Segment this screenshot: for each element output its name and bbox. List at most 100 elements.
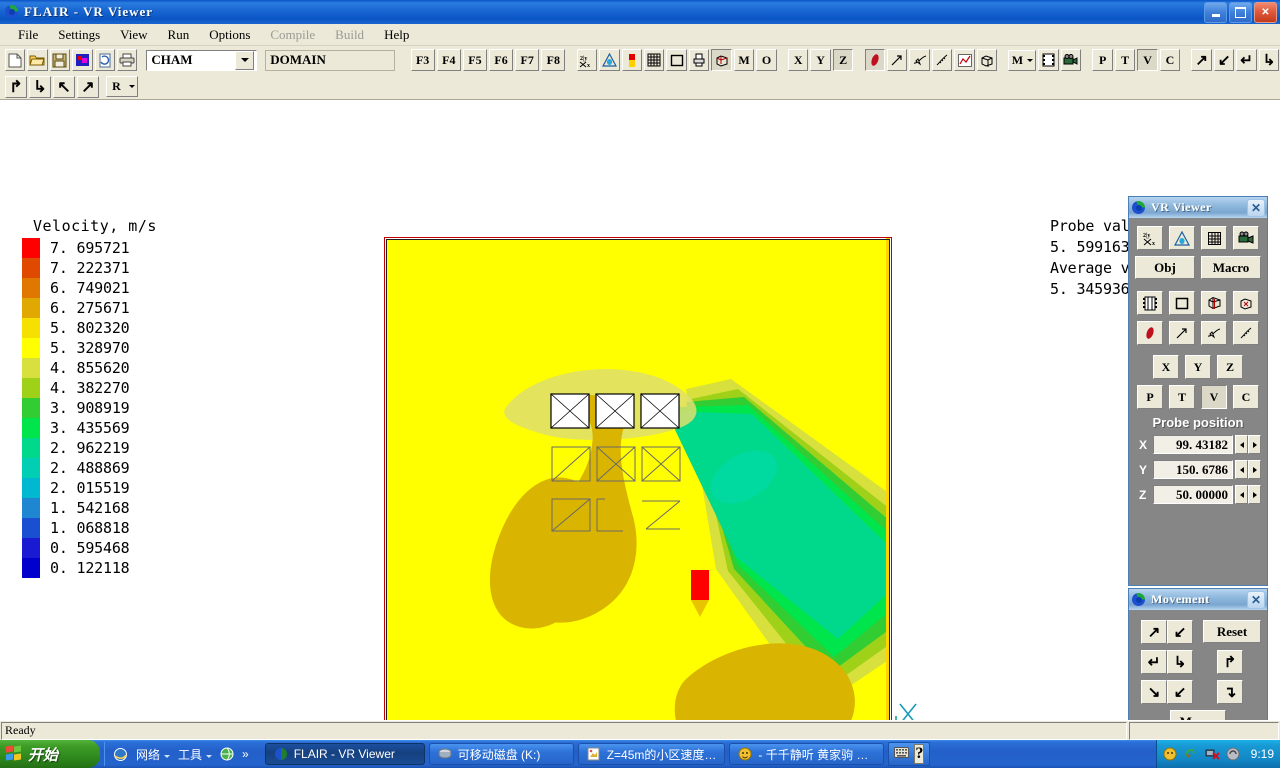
rotate-up-icon[interactable]: ↱	[1217, 650, 1243, 674]
rotate-down-icon[interactable]: ↴	[1217, 680, 1243, 704]
camera-icon[interactable]	[1233, 226, 1259, 250]
streamline-icon[interactable]	[1201, 321, 1227, 345]
step-down-icon[interactable]: ↳	[29, 76, 51, 98]
chevron-down-icon[interactable]	[164, 747, 170, 761]
isosurface-icon[interactable]	[599, 49, 619, 71]
mesh-button[interactable]: M	[734, 49, 754, 71]
tools-menu[interactable]: 工具	[178, 746, 212, 763]
menu-settings[interactable]: Settings	[48, 25, 110, 45]
probe-x-input[interactable]: 99. 43182	[1153, 435, 1233, 454]
reset-button[interactable]: Reset	[1203, 620, 1261, 643]
refresh-icon[interactable]	[95, 49, 115, 71]
z-axis-button[interactable]: Z	[1217, 355, 1243, 379]
prev-icon[interactable]: ↖	[53, 76, 75, 98]
close-icon[interactable]: ✕	[1247, 199, 1265, 217]
probe-z-stepper[interactable]	[1235, 485, 1261, 504]
x-axis-button[interactable]: X	[788, 49, 808, 71]
menu-help[interactable]: Help	[374, 25, 419, 45]
fkey-f6-button[interactable]: F6	[489, 49, 513, 71]
stepper-left-icon[interactable]	[1235, 485, 1248, 504]
help-ime-icon[interactable]: ?	[914, 744, 924, 764]
probe-y-input[interactable]: 150. 6786	[1153, 460, 1233, 479]
pressure-button[interactable]: P	[1092, 49, 1112, 71]
solid-object-icon[interactable]	[1233, 291, 1259, 315]
move-down-left-icon[interactable]: ↘	[1141, 680, 1167, 704]
grid-icon[interactable]	[644, 49, 664, 71]
temperature-button[interactable]: T	[1169, 385, 1195, 409]
step-up-icon[interactable]: ↱	[5, 76, 27, 98]
ie-icon[interactable]	[113, 747, 128, 762]
chevron-down-icon[interactable]	[126, 78, 137, 95]
domain-select[interactable]: CHAM	[146, 50, 257, 71]
move-in-icon[interactable]: ↙	[1167, 620, 1193, 644]
print-preview-icon[interactable]	[689, 49, 709, 71]
x-axis-button[interactable]: X	[1153, 355, 1179, 379]
stepper-right-icon[interactable]	[1248, 435, 1261, 454]
minimize-button[interactable]	[1204, 2, 1227, 23]
stepper-left-icon[interactable]	[1235, 460, 1248, 479]
fkey-f3-button[interactable]: F3	[411, 49, 435, 71]
network-disconnected-icon[interactable]	[1205, 747, 1220, 762]
cube-section-icon[interactable]	[1201, 291, 1227, 315]
fkey-f5-button[interactable]: F5	[463, 49, 487, 71]
axes-scale-icon[interactable]: 2|yx	[1137, 226, 1163, 250]
vector-arrow-icon[interactable]	[887, 49, 907, 71]
filled-contour-icon[interactable]	[1137, 321, 1163, 345]
obj-button[interactable]: Obj	[1135, 256, 1195, 279]
taskbar-item-image[interactable]: Z=45m的小区速度…	[578, 743, 726, 765]
open-folder-icon[interactable]	[27, 49, 47, 71]
maximize-button[interactable]	[1229, 2, 1252, 23]
probe-x-stepper[interactable]	[1235, 435, 1261, 454]
fkey-f7-button[interactable]: F7	[515, 49, 539, 71]
concentration-button[interactable]: C	[1233, 385, 1259, 409]
move-left-icon[interactable]: ↵	[1141, 650, 1167, 674]
plane-icon[interactable]	[1169, 291, 1195, 315]
menu-run[interactable]: Run	[158, 25, 200, 45]
fkey-f8-button[interactable]: F8	[541, 49, 565, 71]
vr-viewer-palette-titlebar[interactable]: VR Viewer ✕	[1129, 197, 1267, 218]
zoom-out-icon[interactable]: ↙	[1214, 49, 1234, 71]
start-button[interactable]: 开始	[0, 740, 100, 768]
new-file-icon[interactable]	[5, 49, 25, 71]
menu-options[interactable]: Options	[199, 25, 260, 45]
z-axis-button[interactable]: Z	[833, 49, 853, 71]
mesh-slices-icon[interactable]	[1137, 291, 1163, 315]
print-icon[interactable]	[117, 49, 137, 71]
move-right-icon[interactable]: ↳	[1167, 650, 1193, 674]
velocity-button[interactable]: V	[1137, 49, 1157, 71]
close-button[interactable]: ✕	[1254, 2, 1277, 23]
particle-track-icon[interactable]	[1233, 321, 1259, 345]
menu-file[interactable]: File	[8, 25, 48, 45]
probe-z-input[interactable]: 50. 00000	[1153, 485, 1233, 504]
network-menu[interactable]: 网络	[136, 746, 170, 763]
taskbar-item-music[interactable]: - 千千静听 黄家驹 …	[729, 743, 884, 765]
particle-track-icon[interactable]	[932, 49, 952, 71]
move-down-right-icon[interactable]: ↙	[1167, 680, 1193, 704]
stepper-right-icon[interactable]	[1248, 485, 1261, 504]
y-axis-button[interactable]: Y	[1185, 355, 1211, 379]
zoom-in-icon[interactable]: ↗	[1191, 49, 1211, 71]
menu-view[interactable]: View	[110, 25, 157, 45]
stepper-right-icon[interactable]	[1248, 460, 1261, 479]
colorbar-icon[interactable]	[622, 49, 642, 71]
rotate-left-icon[interactable]: ↵	[1236, 49, 1256, 71]
save-disk-icon[interactable]	[50, 49, 70, 71]
stepper-left-icon[interactable]	[1235, 435, 1248, 454]
film-strip-icon[interactable]	[1038, 49, 1058, 71]
streamline-icon[interactable]	[909, 49, 929, 71]
grid-icon[interactable]	[1201, 226, 1227, 250]
colors-icon[interactable]	[72, 49, 92, 71]
taskbar-item-drive[interactable]: 可移动磁盘 (K:)	[429, 743, 574, 765]
music-tray-icon[interactable]	[1163, 747, 1178, 762]
geometry-icon[interactable]	[711, 49, 731, 71]
line-graph-icon[interactable]	[954, 49, 974, 71]
macro-select[interactable]: M	[1008, 50, 1036, 71]
pressure-button[interactable]: P	[1137, 385, 1163, 409]
shield-tray-icon[interactable]	[1226, 747, 1241, 762]
fkey-f4-button[interactable]: F4	[437, 49, 461, 71]
contour-plot[interactable]	[386, 239, 890, 720]
outline-icon[interactable]	[666, 49, 686, 71]
browser-icon[interactable]	[220, 747, 234, 761]
sync-tray-icon[interactable]	[1184, 747, 1199, 762]
camera-icon[interactable]	[1061, 49, 1081, 71]
